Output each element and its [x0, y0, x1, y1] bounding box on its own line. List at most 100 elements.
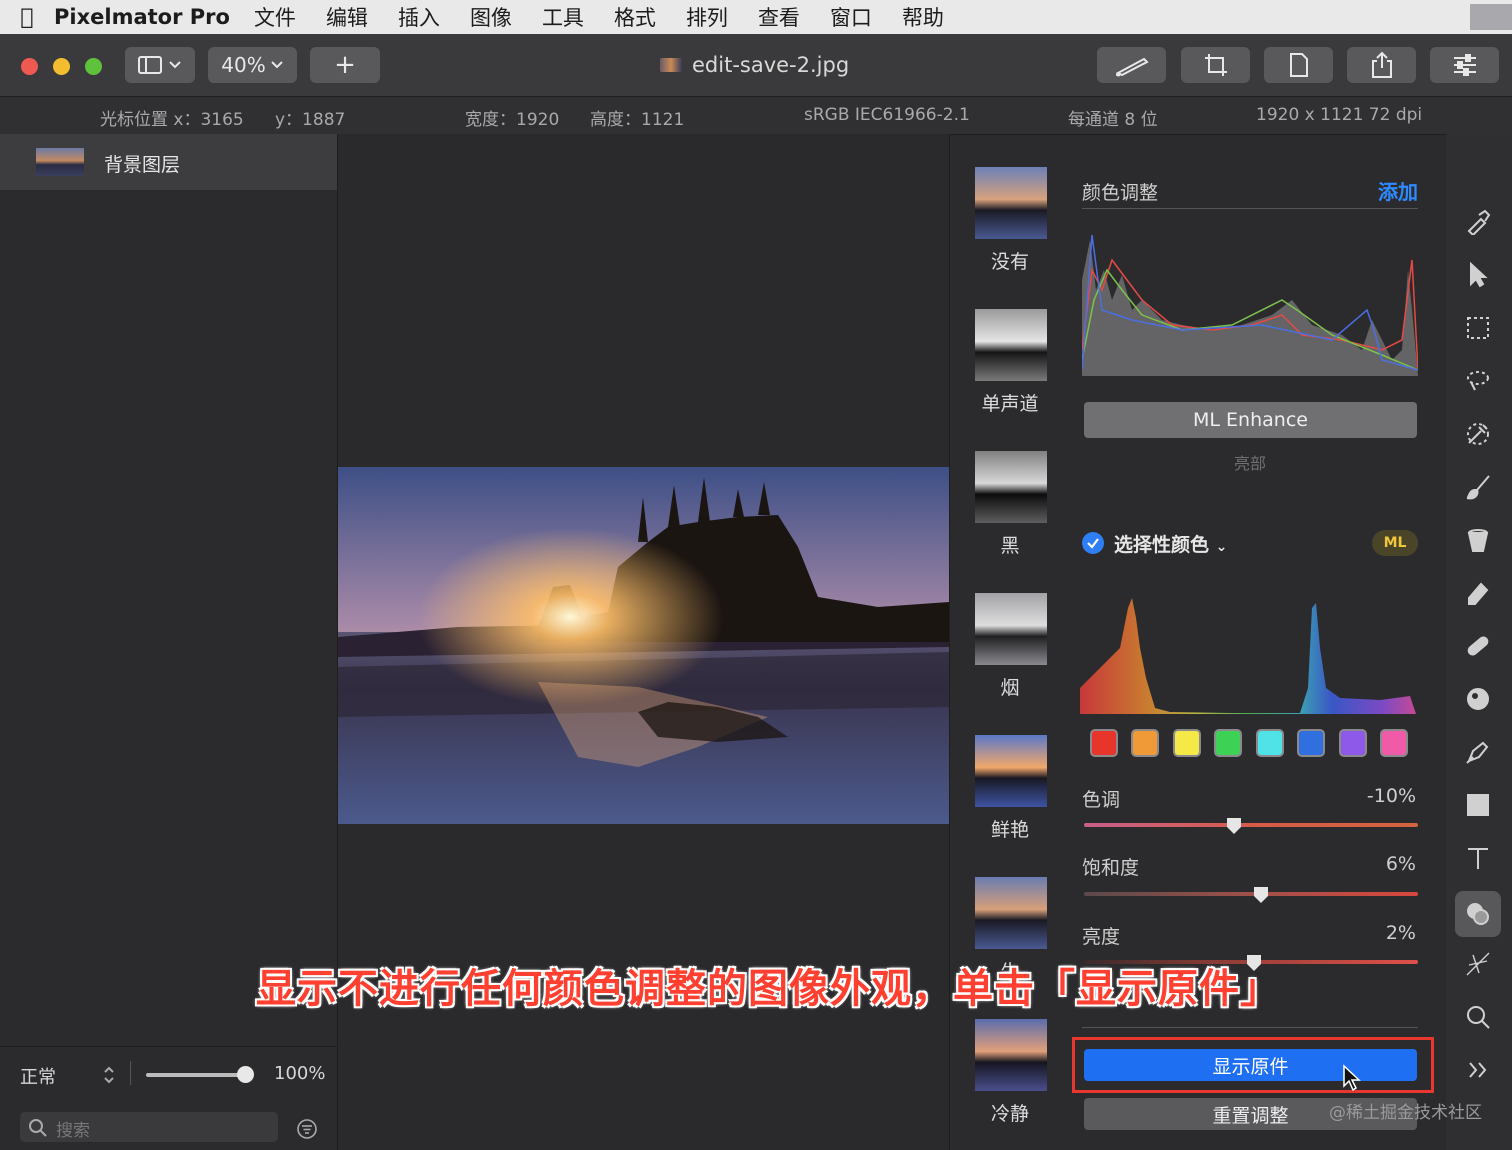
paint-tool[interactable] — [1458, 467, 1498, 507]
menu-format[interactable]: 格式 — [614, 2, 656, 32]
search-placeholder: 搜索 — [56, 1121, 90, 1141]
brightness-label: 亮度 — [1082, 926, 1121, 948]
saturation-slider-knob[interactable] — [1253, 886, 1269, 904]
paint-icon — [1467, 209, 1491, 235]
swatch-yellow[interactable] — [1173, 729, 1201, 757]
chevron-down-icon — [271, 61, 283, 69]
brush-icon — [1466, 475, 1490, 500]
highlights-label: 亮部 — [1233, 454, 1266, 473]
menu-insert[interactable]: 插入 — [398, 2, 440, 32]
menu-view[interactable]: 查看 — [758, 2, 800, 32]
document-image[interactable] — [338, 467, 949, 824]
distort-tool[interactable] — [1458, 679, 1498, 719]
menu-arrange[interactable]: 排列 — [686, 2, 728, 32]
add-button[interactable]: + — [310, 47, 380, 83]
color-adjust-tool[interactable] — [1455, 891, 1501, 937]
panel-title: 颜色调整 — [1082, 182, 1159, 204]
image-size-dpi: 1920 x 1121 72 dpi — [1256, 105, 1423, 125]
erase-tool[interactable] — [1458, 573, 1498, 613]
brightness-value: 2% — [1385, 922, 1416, 944]
sunset-photo — [338, 467, 949, 824]
menu-tools[interactable]: 工具 — [542, 2, 584, 32]
effects-tool[interactable] — [1458, 944, 1498, 984]
menu-file[interactable]: 文件 — [254, 2, 296, 32]
document-title: edit-save-2.jpg — [660, 53, 900, 77]
crop-button[interactable] — [1181, 47, 1250, 83]
crop-icon — [1204, 54, 1227, 76]
menubar-status-item[interactable] — [1470, 4, 1512, 30]
hue-slider-knob[interactable] — [1226, 817, 1242, 835]
preset-label: 没有 — [990, 251, 1029, 273]
swatch-orange[interactable] — [1131, 729, 1159, 757]
color-picker-tool[interactable] — [1458, 414, 1498, 454]
image-height: 高度：1121 — [590, 110, 685, 130]
selective-color-toggle[interactable] — [1082, 532, 1104, 554]
zoom-dropdown[interactable]: 40% — [208, 47, 297, 83]
menu-window[interactable]: 窗口 — [830, 2, 872, 32]
swatch-red[interactable] — [1090, 729, 1118, 757]
ml-badge[interactable]: ML — [1372, 530, 1418, 556]
quick-select-tool[interactable] — [1458, 361, 1498, 401]
preset-thumbnail — [975, 167, 1047, 239]
saturation-value: 6% — [1385, 853, 1416, 875]
minimize-window-button[interactable] — [53, 58, 70, 75]
preset-label: 鲜艳 — [990, 819, 1029, 841]
divider — [130, 1061, 131, 1085]
shape-tool[interactable] — [1458, 785, 1498, 825]
apple-menu-icon[interactable]:  — [0, 5, 54, 30]
zoom-window-button[interactable] — [85, 58, 102, 75]
bit-depth: 每通道 8 位 — [1068, 110, 1158, 130]
histogram — [1082, 234, 1418, 376]
selective-color-label: 选择性颜色 — [1114, 534, 1210, 556]
swatch-magenta[interactable] — [1380, 729, 1408, 757]
pen-tool[interactable] — [1458, 732, 1498, 772]
preset-thumbnail — [975, 1019, 1047, 1091]
more-tools-button[interactable] — [1458, 1050, 1498, 1090]
warp-icon — [1467, 688, 1489, 710]
rectangle-icon — [1467, 794, 1489, 816]
menu-help[interactable]: 帮助 — [902, 2, 944, 32]
swatch-cyan[interactable] — [1256, 729, 1284, 757]
preset-label: 烟 — [1000, 677, 1020, 699]
cursor-x: 光标位置 x：3165 — [100, 110, 244, 130]
hue-slider[interactable] — [1084, 823, 1418, 827]
adjust-panel-button[interactable] — [1430, 47, 1499, 83]
share-button[interactable] — [1347, 47, 1416, 83]
ml-enhance-button[interactable]: ML Enhance — [1084, 402, 1417, 438]
style-tool[interactable] — [1458, 202, 1498, 242]
layer-search-input[interactable]: 搜索 — [20, 1112, 278, 1142]
menu-image[interactable]: 图像 — [470, 2, 512, 32]
retouch-tool[interactable] — [1458, 626, 1498, 666]
watermark: @稀土掘金技术社区 — [1329, 1103, 1482, 1123]
selective-color-title[interactable]: 选择性颜色 ⌄ — [1114, 530, 1227, 557]
add-adjustment-button[interactable]: 添加 — [1378, 176, 1418, 205]
type-tool[interactable] — [1458, 838, 1498, 878]
layer-item[interactable]: 背景图层 — [0, 134, 337, 190]
sidebar-icon — [138, 56, 181, 74]
document-thumbnail-icon — [660, 58, 682, 72]
blend-mode-select[interactable]: 正常 — [20, 1063, 56, 1089]
swatch-purple[interactable] — [1339, 729, 1367, 757]
style-button[interactable] — [1097, 47, 1166, 83]
zoom-value: 40% — [221, 53, 266, 77]
app-menu[interactable]: Pixelmator Pro — [54, 5, 230, 29]
document-icon — [1289, 53, 1308, 77]
close-window-button[interactable] — [21, 58, 38, 75]
zoom-tool[interactable] — [1458, 997, 1498, 1037]
filter-icon[interactable] — [296, 1118, 318, 1140]
layer-name: 背景图层 — [104, 154, 181, 176]
swatch-blue[interactable] — [1297, 729, 1325, 757]
opacity-slider-knob[interactable] — [237, 1066, 254, 1083]
menu-edit[interactable]: 编辑 — [326, 2, 368, 32]
saturation-slider[interactable] — [1084, 892, 1418, 896]
sidebar-toggle-button[interactable] — [125, 47, 195, 83]
format-button[interactable] — [1264, 47, 1333, 83]
preset-thumbnail — [975, 593, 1047, 665]
fill-tool[interactable] — [1458, 520, 1498, 560]
select-tool[interactable] — [1458, 308, 1498, 348]
arrange-tool[interactable] — [1458, 255, 1498, 295]
layer-thumbnail — [36, 148, 84, 176]
show-original-button[interactable]: 显示原件 — [1084, 1049, 1417, 1081]
opacity-slider[interactable] — [146, 1073, 246, 1077]
swatch-green[interactable] — [1214, 729, 1242, 757]
